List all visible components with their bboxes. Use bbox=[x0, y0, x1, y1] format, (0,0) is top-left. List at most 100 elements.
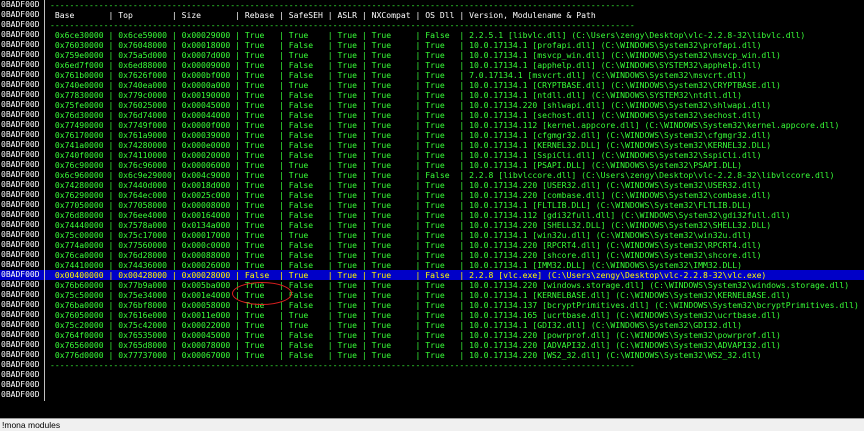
log-address: 0BADF00D bbox=[1, 270, 40, 279]
log-address: 0BADF00D bbox=[1, 240, 40, 249]
log-address: 0BADF00D bbox=[1, 390, 40, 399]
log-address: 0BADF00D bbox=[1, 90, 40, 99]
module-row[interactable]: 0BADF00D 0x76d80000 | 0x76ee4000 | 0x001… bbox=[0, 209, 864, 221]
log-text: 0x76c90000 | 0x76c96000 | 0x00006000 | T… bbox=[50, 160, 742, 170]
module-row[interactable]: 0BADF00D 0x75c50000 | 0x75e34000 | 0x001… bbox=[0, 289, 864, 301]
module-row[interactable]: 0BADF00D 0x75c00000 | 0x75c17000 | 0x000… bbox=[0, 229, 864, 241]
log-text: ----------------------------------------… bbox=[50, 20, 635, 30]
status-bar: !mona modules bbox=[0, 418, 864, 431]
log-address: 0BADF00D bbox=[1, 280, 40, 289]
log-text: 0x77830000 | 0x779c0000 | 0x00190000 | T… bbox=[50, 90, 742, 100]
module-row[interactable]: 0BADF00D 0x76c90000 | 0x76c96000 | 0x000… bbox=[0, 159, 864, 171]
log-address: 0BADF00D bbox=[1, 290, 40, 299]
module-row[interactable]: 0BADF00D 0x761b0000 | 0x7626f000 | 0x000… bbox=[0, 69, 864, 81]
module-row[interactable]: 0BADF00D 0x76ba0000 | 0x76bf8000 | 0x000… bbox=[0, 299, 864, 311]
log-address: 0BADF00D bbox=[1, 50, 40, 59]
log-text: 0x776d0000 | 0x77737000 | 0x00067000 | T… bbox=[50, 350, 762, 360]
module-row-selected[interactable]: 0BADF00D 0x00400000 | 0x00428000 | 0x000… bbox=[0, 269, 864, 281]
log-address: 0BADF00D bbox=[1, 60, 40, 69]
log-text: 0x74440000 | 0x7578a000 | 0x0134a000 | T… bbox=[50, 220, 772, 230]
log-address: 0BADF00D bbox=[1, 130, 40, 139]
log-text: 0x76560000 | 0x765d8000 | 0x00078000 | T… bbox=[50, 340, 781, 350]
log-address: 0BADF00D bbox=[1, 180, 40, 189]
log-row-rule: 0BADF00D --------------------------------… bbox=[0, 0, 864, 11]
log-row-rule: 0BADF00D --------------------------------… bbox=[0, 359, 864, 371]
log-text: 0x76290000 | 0x764ec000 | 0x0025c000 | T… bbox=[50, 190, 772, 200]
module-row[interactable]: 0BADF00D 0x759e0000 | 0x75a5d000 | 0x000… bbox=[0, 49, 864, 61]
log-address: 0BADF00D bbox=[1, 70, 40, 79]
log-text: 0x764f0000 | 0x76535000 | 0x00045000 | T… bbox=[50, 330, 781, 340]
log-address: 0BADF00D bbox=[1, 110, 40, 119]
module-row[interactable]: 0BADF00D 0x6ed7f000 | 0x6ed88000 | 0x000… bbox=[0, 59, 864, 71]
module-row[interactable]: 0BADF00D 0x77050000 | 0x77058000 | 0x000… bbox=[0, 199, 864, 211]
module-row[interactable]: 0BADF00D 0x774a0000 | 0x77560000 | 0x000… bbox=[0, 239, 864, 251]
log-text: 0x759e0000 | 0x75a5d000 | 0x0007d000 | T… bbox=[50, 50, 781, 60]
log-text: 0x76170000 | 0x761a9000 | 0x00039000 | T… bbox=[50, 130, 772, 140]
log-text: 0x75c50000 | 0x75e34000 | 0x001e4000 | T… bbox=[50, 290, 791, 300]
log-text: 0x76050000 | 0x7616e000 | 0x0011e000 | T… bbox=[50, 310, 781, 320]
log-text: 0x740e0000 | 0x740ea000 | 0x0000a000 | T… bbox=[50, 80, 781, 90]
log-address: 0BADF00D bbox=[1, 330, 40, 339]
log-address: 0BADF00D bbox=[1, 160, 40, 169]
log-address: 0BADF00D bbox=[1, 140, 40, 149]
module-row[interactable]: 0BADF00D 0x76560000 | 0x765d8000 | 0x000… bbox=[0, 339, 864, 351]
log-window: 0BADF00D --------------------------------… bbox=[0, 0, 864, 418]
log-address: 0BADF00D bbox=[1, 300, 40, 309]
log-address: 0BADF00D bbox=[1, 250, 40, 259]
module-row[interactable]: 0BADF00D 0x75c20000 | 0x75c42000 | 0x000… bbox=[0, 319, 864, 331]
log-text: 0x75fe0000 | 0x76025000 | 0x00045000 | T… bbox=[50, 100, 772, 110]
log-row-rule: 0BADF00D --------------------------------… bbox=[0, 19, 864, 31]
module-row[interactable]: 0BADF00D 0x6ce30000 | 0x6ce59000 | 0x000… bbox=[0, 29, 864, 41]
log-text: 0x761b0000 | 0x7626f000 | 0x000bf000 | T… bbox=[50, 70, 747, 80]
module-row[interactable]: 0BADF00D 0x75fe0000 | 0x76025000 | 0x000… bbox=[0, 99, 864, 111]
log-text: 0x76ba0000 | 0x76bf8000 | 0x00058000 | T… bbox=[50, 300, 859, 310]
module-row[interactable]: 0BADF00D 0x76170000 | 0x761a9000 | 0x000… bbox=[0, 129, 864, 141]
module-row[interactable]: 0BADF00D 0x77830000 | 0x779c0000 | 0x001… bbox=[0, 89, 864, 101]
log-address: 0BADF00D bbox=[1, 350, 40, 359]
log-text: 0x75c20000 | 0x75c42000 | 0x00022000 | T… bbox=[50, 320, 742, 330]
log-address: 0BADF00D bbox=[1, 190, 40, 199]
log-address: 0BADF00D bbox=[1, 120, 40, 129]
status-text: !mona modules bbox=[2, 420, 61, 430]
module-row[interactable]: 0BADF00D 0x74280000 | 0x7440d000 | 0x001… bbox=[0, 179, 864, 191]
log-row-header: 0BADF00D Base | Top | Size | Rebase | Sa… bbox=[0, 9, 864, 21]
log-text: 0x74410000 | 0x74436000 | 0x00026000 | T… bbox=[50, 260, 742, 270]
log-row-blank: 0BADF00D bbox=[0, 369, 864, 381]
module-row[interactable]: 0BADF00D 0x74440000 | 0x7578a000 | 0x013… bbox=[0, 219, 864, 231]
module-row[interactable]: 0BADF00D 0x76050000 | 0x7616e000 | 0x001… bbox=[0, 309, 864, 321]
module-row[interactable]: 0BADF00D 0x77490000 | 0x7749f000 | 0x000… bbox=[0, 119, 864, 131]
log-address: 0BADF00D bbox=[1, 370, 40, 379]
column-separator bbox=[44, 389, 45, 401]
log-address: 0BADF00D bbox=[1, 200, 40, 209]
module-row[interactable]: 0BADF00D 0x764f0000 | 0x76535000 | 0x000… bbox=[0, 329, 864, 341]
module-row[interactable]: 0BADF00D 0x74410000 | 0x74436000 | 0x000… bbox=[0, 259, 864, 271]
module-row[interactable]: 0BADF00D 0x76b60000 | 0x77b9a000 | 0x005… bbox=[0, 279, 864, 291]
log-text: 0x77050000 | 0x77058000 | 0x00008000 | T… bbox=[50, 200, 752, 210]
log-address: 0BADF00D bbox=[1, 230, 40, 239]
log-text: 0x6c960000 | 0x6c9e29000| 0x004c9000 | T… bbox=[50, 170, 835, 180]
log-address: 0BADF00D bbox=[1, 170, 40, 179]
log-address: 0BADF00D bbox=[1, 260, 40, 269]
log-text: 0x76b60000 | 0x77b9a000 | 0x005ba000 | T… bbox=[50, 280, 850, 290]
log-address: 0BADF00D bbox=[1, 40, 40, 49]
module-row[interactable]: 0BADF00D 0x6c960000 | 0x6c9e29000| 0x004… bbox=[0, 169, 864, 181]
module-row[interactable]: 0BADF00D 0x740f0000 | 0x74110000 | 0x000… bbox=[0, 149, 864, 161]
log-address: 0BADF00D bbox=[1, 220, 40, 229]
log-text: 0x774a0000 | 0x77560000 | 0x000c0000 | T… bbox=[50, 240, 762, 250]
module-row[interactable]: 0BADF00D 0x76d30000 | 0x76d74000 | 0x000… bbox=[0, 109, 864, 121]
log-text: 0x6ed7f000 | 0x6ed88000 | 0x00009000 | T… bbox=[50, 60, 762, 70]
module-row[interactable]: 0BADF00D 0x741a0000 | 0x74280000 | 0x000… bbox=[0, 139, 864, 151]
log-text: ----------------------------------------… bbox=[50, 360, 635, 370]
module-row[interactable]: 0BADF00D 0x76ca0000 | 0x76d28000 | 0x000… bbox=[0, 249, 864, 261]
log-address: 0BADF00D bbox=[1, 320, 40, 329]
log-address: 0BADF00D bbox=[1, 80, 40, 89]
module-row[interactable]: 0BADF00D 0x776d0000 | 0x77737000 | 0x000… bbox=[0, 349, 864, 361]
module-row[interactable]: 0BADF00D 0x740e0000 | 0x740ea000 | 0x000… bbox=[0, 79, 864, 91]
log-text: 0x74280000 | 0x7440d000 | 0x0018d000 | T… bbox=[50, 180, 762, 190]
log-text: 0x6ce30000 | 0x6ce59000 | 0x00029000 | T… bbox=[50, 30, 806, 40]
module-row[interactable]: 0BADF00D 0x76030000 | 0x76048000 | 0x000… bbox=[0, 39, 864, 51]
log-text: 0x00400000 | 0x00428000 | 0x00028000 | F… bbox=[50, 270, 767, 280]
module-row[interactable]: 0BADF00D 0x76290000 | 0x764ec000 | 0x002… bbox=[0, 189, 864, 201]
log-address: 0BADF00D bbox=[1, 340, 40, 349]
log-text: 0x76ca0000 | 0x76d28000 | 0x00088000 | T… bbox=[50, 250, 762, 260]
